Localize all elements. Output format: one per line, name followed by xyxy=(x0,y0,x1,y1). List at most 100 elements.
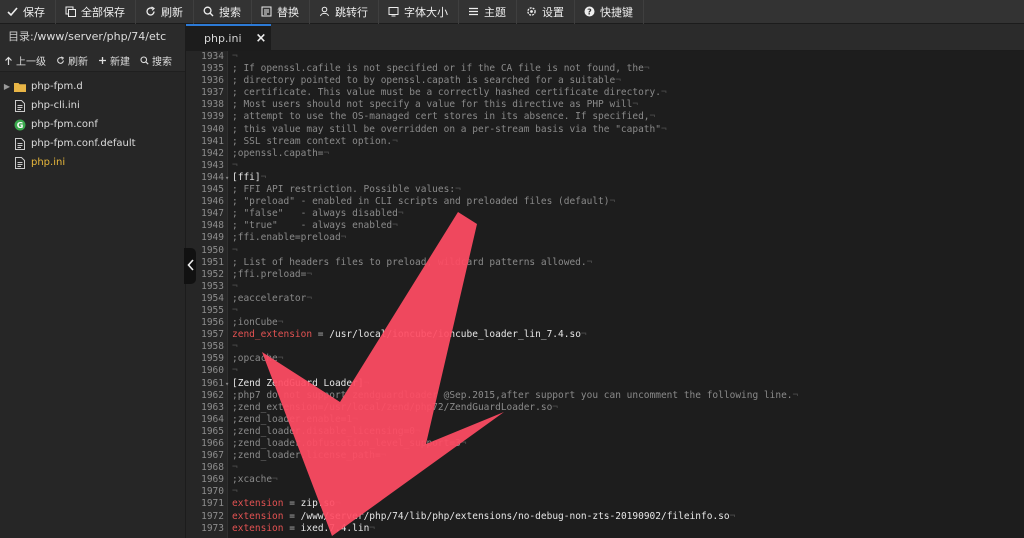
new-file-button[interactable]: 新建 xyxy=(98,53,130,68)
code-line[interactable]: 1970 ¬ xyxy=(201,486,1024,498)
fold-caret-icon[interactable]: ▾ xyxy=(225,378,229,390)
code-line[interactable]: 1946 ; "preload" - enabled in CLI scripts… xyxy=(201,196,1024,208)
comment-text: ;zend_loader.disable_licensing=0 xyxy=(232,425,416,437)
code-line[interactable]: 1952 ;ffi.preload=¬ xyxy=(201,268,1024,281)
code-line[interactable]: 1934 ¬ xyxy=(201,51,1024,63)
eol-marker: ¬ xyxy=(392,135,398,147)
code-line[interactable]: 1971 extension = zip.so¬ xyxy=(201,498,1024,510)
comment-text: ; certificate. This value must be a corr… xyxy=(232,87,661,99)
sidebar-search-button[interactable]: 搜索 xyxy=(140,53,172,68)
code-line[interactable]: 1961 ▾ [Zend ZendGuard Loader]¬ xyxy=(201,378,1024,390)
refresh-button[interactable]: 刷新 xyxy=(136,0,194,24)
code-line[interactable]: 1954 ;eaccelerator¬ xyxy=(201,293,1024,305)
tree-item-php-fpm-d[interactable]: ▶ php-fpm.d xyxy=(0,77,185,96)
replace-button[interactable]: 替换 xyxy=(252,0,310,24)
settings-button[interactable]: 设置 xyxy=(517,0,575,24)
close-icon[interactable]: × xyxy=(256,31,267,46)
save-button[interactable]: 保存 xyxy=(0,0,56,24)
new-file-label: 新建 xyxy=(110,57,130,68)
save-all-button[interactable]: 全部保存 xyxy=(56,0,136,24)
tab-label: php.ini xyxy=(204,32,242,45)
line-number: 1969 xyxy=(201,474,224,486)
code-line[interactable]: 1937 ; certificate. This value must be a … xyxy=(201,87,1024,99)
comment-text: ;opcache xyxy=(232,353,278,365)
code-line[interactable]: 1973 extension = ixed.7.4.lin¬ xyxy=(201,522,1024,535)
user-icon xyxy=(318,6,330,18)
code-line[interactable]: 1951; List of headers files to preload, … xyxy=(201,257,1024,269)
code-line[interactable]: 1950 ¬ xyxy=(201,245,1024,257)
go-up-button[interactable]: 上一级 xyxy=(4,53,46,68)
file-tree: ▶ php-fpm.d php-cli.ini G php-fpm.conf p… xyxy=(0,72,185,172)
code-line[interactable]: 1955 ¬ xyxy=(201,304,1024,317)
fold-caret-icon[interactable]: ▾ xyxy=(225,172,229,184)
go-up-label: 上一级 xyxy=(16,57,46,68)
font-size-button[interactable]: 字体大小 xyxy=(379,0,459,24)
code-line[interactable]: 1972 extension = /www/server/php/74/lib/p… xyxy=(201,510,1024,523)
tree-item-php-cli-ini[interactable]: php-cli.ini xyxy=(0,96,185,115)
code-line[interactable]: 1949 ;ffi.enable=preload¬ xyxy=(201,232,1024,244)
tab-php-ini[interactable]: php.ini × xyxy=(186,24,271,51)
directive-value: ixed.7.4.lin xyxy=(300,522,370,534)
sidebar-refresh-button[interactable]: 刷新 xyxy=(56,53,88,68)
line-number: 1945 xyxy=(201,184,224,196)
theme-label: 主题 xyxy=(484,5,506,19)
refresh-label: 刷新 xyxy=(161,5,183,19)
line-number: 1956 xyxy=(201,317,224,329)
code-line[interactable]: 1943 ¬ xyxy=(201,160,1024,172)
search-button[interactable]: 搜索 xyxy=(194,0,252,24)
code-line[interactable]: 1965 ;zend_loader.disable_licensing=0¬ xyxy=(201,425,1024,438)
comment-text: ;ffi.enable=preload xyxy=(232,232,341,244)
code-area[interactable]: 1934 ¬ 1935 ; If openssl.cafile is not spec… xyxy=(201,51,1024,535)
code-line[interactable]: 1969 ;xcache¬ xyxy=(201,474,1024,486)
svg-text:G: G xyxy=(17,121,24,130)
code-line[interactable]: 1942 ;openssl.capath=¬ xyxy=(201,147,1024,160)
eol-marker: ¬ xyxy=(392,220,398,232)
code-line[interactable]: 1960 ¬ xyxy=(201,365,1024,377)
section-header: [ffi] xyxy=(232,171,261,183)
code-line[interactable]: 1948 ; "true" - always enabled¬ xyxy=(201,220,1024,232)
line-number: 1961 xyxy=(201,377,224,389)
code-line[interactable]: 1968 ¬ xyxy=(201,462,1024,474)
code-line[interactable]: 1945 ; FFI API restriction. Possible valu… xyxy=(201,184,1024,196)
code-line[interactable]: 1966 ;zend_loader.obfuscation_level_suppo… xyxy=(201,438,1024,450)
shortcuts-button[interactable]: ? 快捷键 xyxy=(575,0,644,24)
sidebar-collapse-handle[interactable] xyxy=(184,248,196,284)
code-line[interactable]: 1953 ¬ xyxy=(201,281,1024,293)
caret-right-icon[interactable]: ▶ xyxy=(0,82,14,91)
code-line[interactable]: 1967 ;zend_loader.license_path=¬ xyxy=(201,450,1024,462)
line-number: 1937 xyxy=(201,87,224,99)
directive-key: extension xyxy=(232,510,284,522)
tree-item-php-fpm-conf[interactable]: G php-fpm.conf xyxy=(0,115,185,134)
code-line[interactable]: 1940 ; this value may still be overridden… xyxy=(201,123,1024,136)
code-line[interactable]: 1936 ; directory pointed to by openssl.ca… xyxy=(201,75,1024,87)
comment-text: ; "false" - always disabled xyxy=(232,208,398,220)
comment-text: ; this value may still be overridden on … xyxy=(232,123,661,135)
code-line[interactable]: 1947 ; "false" - always disabled¬ xyxy=(201,208,1024,220)
theme-button[interactable]: 主题 xyxy=(459,0,517,24)
eol-marker: ¬ xyxy=(306,268,313,280)
goto-line-button[interactable]: 跳转行 xyxy=(310,0,379,24)
code-line[interactable]: 1944 ▾ [ffi]¬ xyxy=(201,171,1024,184)
code-line[interactable]: 1939 ; attempt to use the OS-managed cert… xyxy=(201,111,1024,123)
eol-marker: ¬ xyxy=(232,304,238,316)
line-number: 1948 xyxy=(201,220,224,232)
code-line[interactable]: 1938 ; Most users should not specify a va… xyxy=(201,99,1024,111)
code-line[interactable]: 1956 ;ionCube¬ xyxy=(201,317,1024,329)
line-number: 1936 xyxy=(201,75,224,87)
code-line[interactable]: 1957 zend_extension = /usr/local/ioncube/… xyxy=(201,329,1024,341)
code-line[interactable]: 1963 ;zend_extension=/usr/local/zend/php7… xyxy=(201,402,1024,414)
config-file-icon: G xyxy=(14,118,26,131)
tree-item-php-fpm-conf-default[interactable]: php-fpm.conf.default xyxy=(0,134,185,153)
code-line[interactable]: 1935 ; If openssl.cafile is not specified… xyxy=(201,63,1024,75)
tree-item-php-ini[interactable]: php.ini xyxy=(0,153,185,172)
code-line[interactable]: 1941 ; SSL stream context option.¬ xyxy=(201,135,1024,148)
code-line[interactable]: 1964 ;zend_loader.enable=1¬ xyxy=(201,414,1024,426)
code-line[interactable]: 1959 ;opcache¬ xyxy=(201,353,1024,365)
plus-icon xyxy=(98,56,107,65)
code-line[interactable]: 1962 ;php7 do not support zendguardloader… xyxy=(201,390,1024,402)
replace-label: 替换 xyxy=(277,5,299,19)
code-line[interactable]: 1958 ¬ xyxy=(201,341,1024,353)
eol-marker: ¬ xyxy=(649,111,656,123)
code-editor[interactable]: 1934 ¬ 1935 ; If openssl.cafile is not spec… xyxy=(186,51,1024,538)
comment-text: ;openssl.capath= xyxy=(232,147,324,159)
